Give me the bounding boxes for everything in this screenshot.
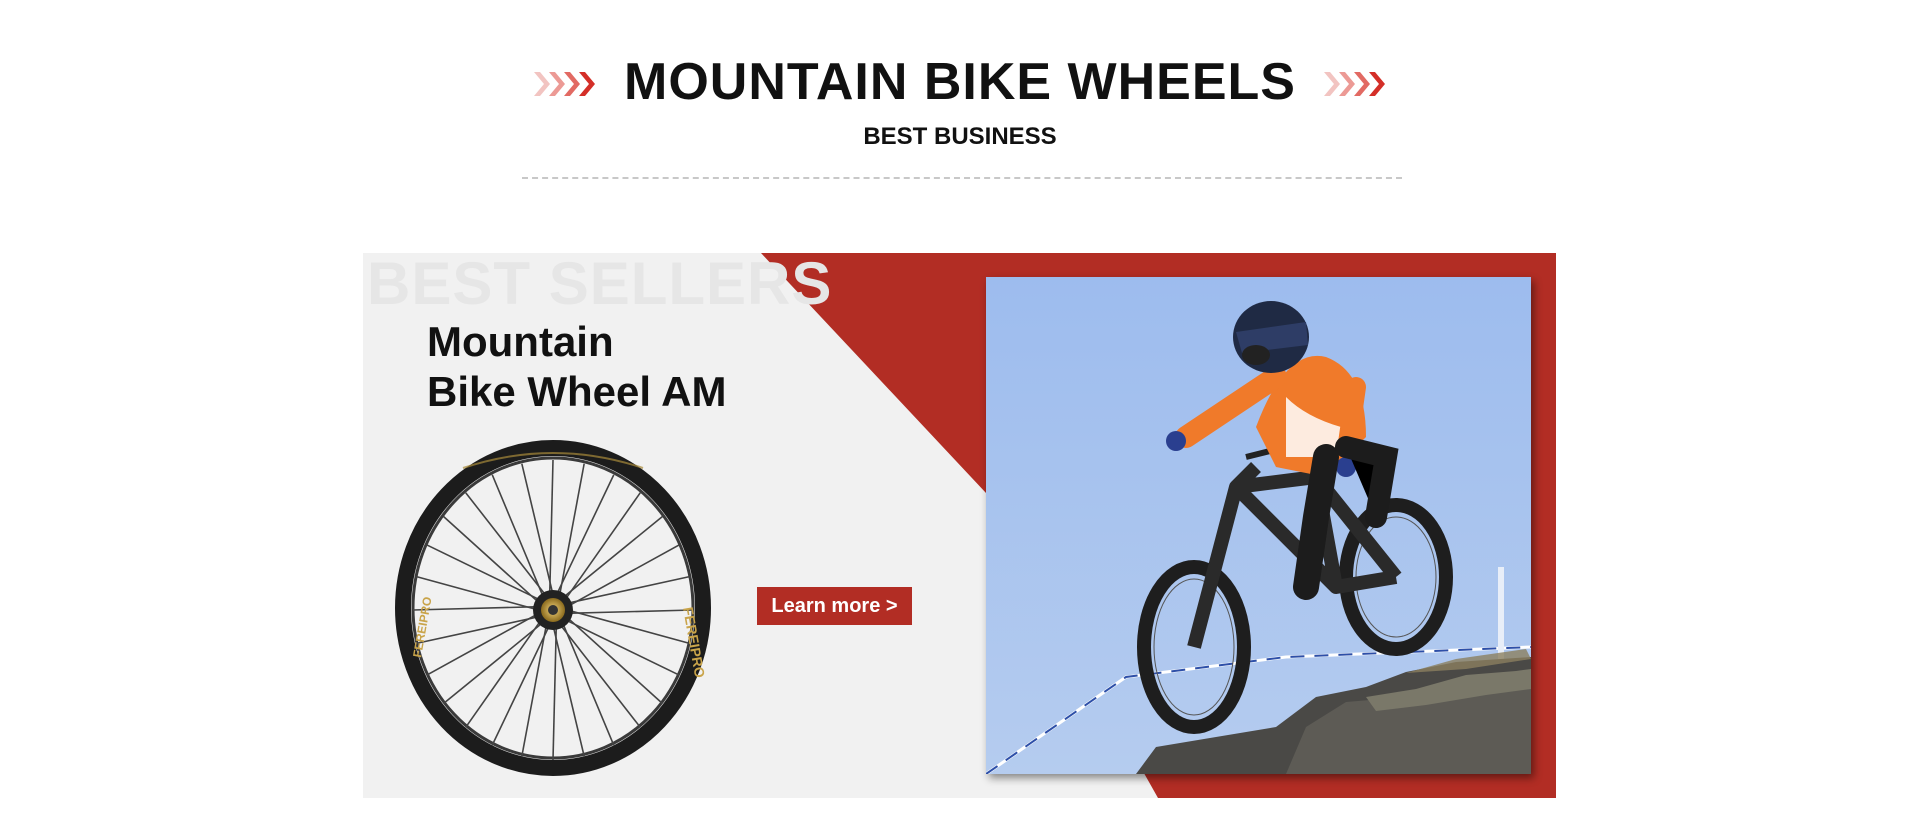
wheel-spoke: [561, 575, 690, 606]
product-title-line2: Bike Wheel AM: [427, 368, 727, 415]
rider-photo: [986, 277, 1531, 774]
watermark-text: BEST SELLERS: [367, 253, 833, 317]
dashed-divider: [522, 177, 1402, 179]
wheel-spoke: [562, 609, 694, 615]
wheel-spoke: [562, 607, 690, 645]
chevrons-right-icon: [1324, 72, 1385, 96]
page-subtitle: BEST BUSINESS: [863, 123, 1057, 150]
wheel-spoke: [416, 614, 545, 645]
page: MOUNTAIN BIKE WHEELS BEST BUSINESS BEST …: [0, 0, 1920, 835]
wheel-spoke: [552, 619, 558, 761]
rider-photo-illustration: [986, 277, 1531, 774]
wheel-spoke: [416, 575, 544, 613]
section-header: MOUNTAIN BIKE WHEELS BEST BUSINESS: [0, 0, 1920, 190]
wheel-image: FEREIPRO FEREIPRO: [395, 440, 711, 776]
wheel-spoke: [548, 459, 554, 601]
product-title-line1: Mountain: [427, 318, 614, 365]
page-title: MOUNTAIN BIKE WHEELS: [624, 53, 1296, 111]
promo-banner: BEST SELLERS Mountain Bike Wheel AM FERE…: [363, 253, 1556, 798]
learn-more-button[interactable]: Learn more >: [757, 587, 912, 625]
product-title: Mountain Bike Wheel AM: [427, 317, 847, 417]
